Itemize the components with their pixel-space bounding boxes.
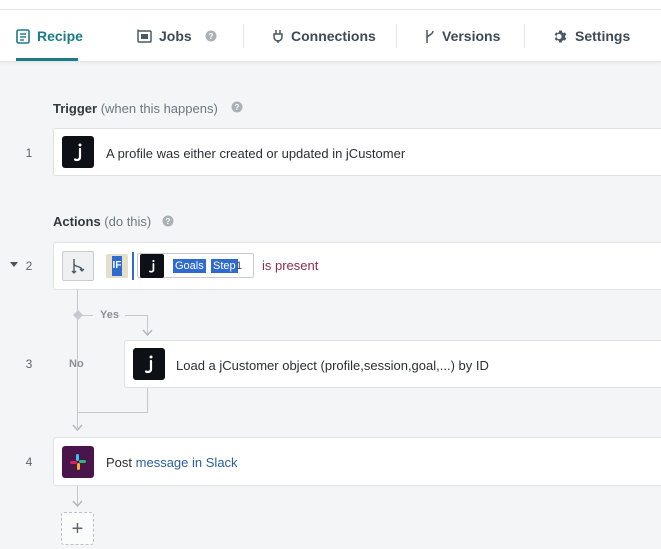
help-icon[interactable]: ?: [205, 30, 217, 42]
slack-step-card[interactable]: Post message in Slack: [53, 437, 661, 486]
flow-connector: [147, 388, 148, 412]
recipe-tabs-bar: Recipe Jobs ? Connections Versions Setti…: [0, 0, 661, 62]
svg-text:?: ?: [208, 32, 213, 41]
actions-subtitle: (do this): [104, 214, 152, 229]
condition-operator[interactable]: is present: [262, 258, 318, 273]
top-divider: [0, 9, 661, 10]
trigger-subtitle: (when this happens): [100, 101, 218, 116]
arrow-down-icon: [72, 424, 83, 432]
tab-versions-label: Versions: [442, 28, 501, 44]
step-number: 1: [25, 146, 33, 160]
tab-settings-label: Settings: [575, 28, 631, 44]
slack-step-text: Post message in Slack: [106, 455, 238, 470]
tab-jobs[interactable]: Jobs ?: [137, 24, 217, 48]
slack-step-prep: in: [192, 455, 203, 470]
slack-step-object: message: [135, 455, 189, 470]
svg-text:?: ?: [166, 217, 171, 226]
branch-icon: [424, 29, 435, 44]
tab-settings[interactable]: Settings: [553, 24, 630, 48]
step-number: 2: [25, 259, 33, 273]
trigger-heading: Trigger (when this happens): [53, 101, 218, 116]
slack-app-icon: [62, 446, 94, 478]
branch-no-label: No: [69, 358, 84, 370]
actions-heading: Actions (do this): [53, 214, 151, 229]
jobs-icon: [137, 29, 152, 43]
add-step-button[interactable]: +: [61, 512, 94, 545]
jcustomer-app-icon: [62, 136, 94, 168]
diamond-icon: [73, 310, 83, 320]
flow-connector: [77, 412, 148, 413]
arrow-down-icon: [72, 500, 83, 508]
plug-icon: [272, 29, 284, 43]
tab-recipe-label: Recipe: [37, 28, 83, 44]
actions-title: Actions: [53, 214, 101, 229]
jcustomer-app-icon: [133, 348, 165, 380]
tab-connections[interactable]: Connections: [272, 24, 376, 48]
load-step-card[interactable]: Load a jCustomer object (profile,session…: [124, 340, 661, 388]
flow-connector: [125, 315, 147, 316]
gear-icon: [553, 29, 568, 44]
if-keyword: IF: [112, 256, 122, 276]
recipe-icon: [16, 28, 30, 44]
tab-jobs-label: Jobs: [159, 28, 192, 44]
tab-connections-label: Connections: [291, 28, 376, 44]
svg-text:?: ?: [235, 103, 240, 112]
tab-recipe[interactable]: Recipe: [16, 24, 83, 48]
active-tab-indicator: [16, 58, 78, 61]
tab-separator: [524, 24, 525, 48]
tab-separator: [396, 24, 397, 48]
datapill-step-number: 1: [236, 260, 243, 272]
arrow-down-icon: [142, 329, 153, 337]
if-keyword-chip[interactable]: IF: [106, 254, 128, 278]
jcustomer-app-icon: [140, 254, 164, 278]
trigger-title: Trigger: [53, 101, 98, 116]
text-cursor: [132, 252, 134, 280]
branch-yes-label: Yes: [100, 309, 119, 321]
step-number: 3: [25, 357, 33, 371]
step-number: 4: [25, 455, 33, 469]
slack-step-app: Slack: [205, 455, 238, 470]
help-icon[interactable]: ?: [231, 101, 243, 113]
datapill-field-step: Step: [211, 259, 238, 273]
trigger-step-text: A profile was either created or updated …: [106, 146, 406, 161]
branch-step-icon: [62, 251, 94, 281]
trigger-step-card[interactable]: A profile was either created or updated …: [53, 128, 661, 176]
datapill-goals-step[interactable]: Goals Step 1: [137, 253, 254, 278]
load-step-text: Load a jCustomer object (profile,session…: [176, 358, 489, 373]
slack-step-verb: Post: [106, 455, 133, 470]
datapill-field-goals: Goals: [173, 259, 206, 273]
tab-versions[interactable]: Versions: [424, 24, 500, 48]
help-icon[interactable]: ?: [162, 215, 174, 227]
tab-separator: [243, 24, 244, 48]
